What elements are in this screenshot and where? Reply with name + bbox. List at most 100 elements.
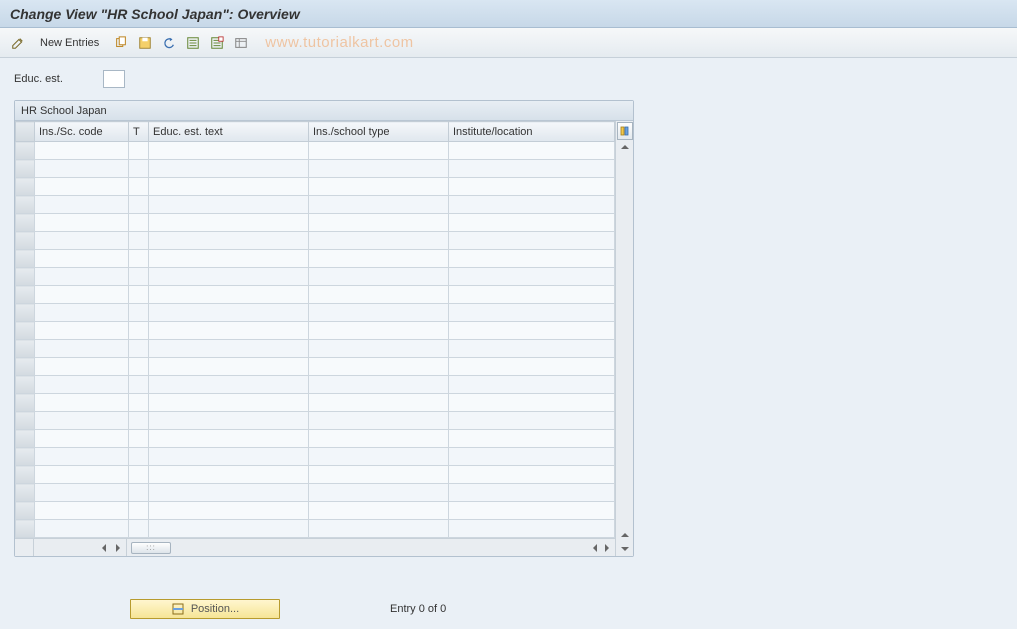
- next-col-icon[interactable]: [589, 542, 601, 554]
- cell[interactable]: [449, 214, 615, 232]
- row-selector[interactable]: [16, 394, 35, 412]
- cell[interactable]: [309, 160, 449, 178]
- cell[interactable]: [149, 232, 309, 250]
- row-selector[interactable]: [16, 322, 35, 340]
- cell[interactable]: [309, 340, 449, 358]
- cell[interactable]: [149, 430, 309, 448]
- col-ins-sc-code[interactable]: Ins./Sc. code: [35, 122, 129, 142]
- cell[interactable]: [149, 376, 309, 394]
- cell[interactable]: [449, 232, 615, 250]
- cell[interactable]: [149, 286, 309, 304]
- cell[interactable]: [35, 394, 129, 412]
- new-entries-button[interactable]: New Entries: [32, 32, 107, 54]
- row-selector[interactable]: [16, 178, 35, 196]
- cell[interactable]: [449, 268, 615, 286]
- row-selector[interactable]: [16, 466, 35, 484]
- cell[interactable]: [149, 250, 309, 268]
- cell[interactable]: [35, 178, 129, 196]
- cell[interactable]: [449, 394, 615, 412]
- row-selector[interactable]: [16, 286, 35, 304]
- scroll-down-near-icon[interactable]: [618, 528, 632, 542]
- cell[interactable]: [149, 304, 309, 322]
- cell[interactable]: [309, 466, 449, 484]
- cell[interactable]: [149, 214, 309, 232]
- cell[interactable]: [129, 196, 149, 214]
- cell[interactable]: [149, 358, 309, 376]
- scroll-up-icon[interactable]: [618, 140, 632, 154]
- cell[interactable]: [129, 394, 149, 412]
- cell[interactable]: [309, 322, 449, 340]
- cell[interactable]: [35, 160, 129, 178]
- table-row[interactable]: [16, 268, 615, 286]
- cell[interactable]: [35, 142, 129, 160]
- cell[interactable]: [35, 250, 129, 268]
- col-ins-school-type[interactable]: Ins./school type: [309, 122, 449, 142]
- row-selector[interactable]: [16, 376, 35, 394]
- cell[interactable]: [35, 196, 129, 214]
- cell[interactable]: [309, 412, 449, 430]
- row-selector[interactable]: [16, 214, 35, 232]
- table-row[interactable]: [16, 484, 615, 502]
- cell[interactable]: [129, 484, 149, 502]
- cell[interactable]: [309, 250, 449, 268]
- cell[interactable]: [35, 232, 129, 250]
- cell[interactable]: [309, 358, 449, 376]
- cell[interactable]: [129, 232, 149, 250]
- h-scroll-thumb[interactable]: :::: [131, 542, 171, 554]
- table-settings-icon[interactable]: [231, 33, 251, 53]
- cell[interactable]: [449, 466, 615, 484]
- table-row[interactable]: [16, 448, 615, 466]
- cell[interactable]: [35, 502, 129, 520]
- cell[interactable]: [129, 520, 149, 538]
- cell[interactable]: [309, 376, 449, 394]
- cell[interactable]: [449, 412, 615, 430]
- table-row[interactable]: [16, 430, 615, 448]
- table-row[interactable]: [16, 214, 615, 232]
- cell[interactable]: [449, 196, 615, 214]
- cell[interactable]: [129, 268, 149, 286]
- cell[interactable]: [449, 160, 615, 178]
- table-row[interactable]: [16, 376, 615, 394]
- cell[interactable]: [129, 178, 149, 196]
- row-selector[interactable]: [16, 196, 35, 214]
- row-selector[interactable]: [16, 358, 35, 376]
- table-row[interactable]: [16, 466, 615, 484]
- prev-col-icon[interactable]: [112, 542, 124, 554]
- row-selector[interactable]: [16, 142, 35, 160]
- cell[interactable]: [149, 160, 309, 178]
- row-selector[interactable]: [16, 412, 35, 430]
- cell[interactable]: [309, 430, 449, 448]
- cell[interactable]: [35, 340, 129, 358]
- table-row[interactable]: [16, 196, 615, 214]
- cell[interactable]: [309, 268, 449, 286]
- cell[interactable]: [309, 286, 449, 304]
- row-selector[interactable]: [16, 304, 35, 322]
- cell[interactable]: [35, 304, 129, 322]
- cell[interactable]: [449, 376, 615, 394]
- cell[interactable]: [309, 484, 449, 502]
- cell[interactable]: [149, 502, 309, 520]
- table-row[interactable]: [16, 520, 615, 538]
- scroll-down-icon[interactable]: [618, 542, 632, 556]
- first-col-icon[interactable]: [98, 542, 110, 554]
- cell[interactable]: [449, 286, 615, 304]
- cell[interactable]: [129, 340, 149, 358]
- row-selector[interactable]: [16, 448, 35, 466]
- cell[interactable]: [449, 358, 615, 376]
- cell[interactable]: [149, 412, 309, 430]
- deselect-all-icon[interactable]: [207, 33, 227, 53]
- cell[interactable]: [129, 448, 149, 466]
- undo-icon[interactable]: [159, 33, 179, 53]
- save-variant-icon[interactable]: [135, 33, 155, 53]
- cell[interactable]: [149, 268, 309, 286]
- table-row[interactable]: [16, 250, 615, 268]
- cell[interactable]: [449, 520, 615, 538]
- cell[interactable]: [129, 376, 149, 394]
- cell[interactable]: [35, 520, 129, 538]
- educ-est-input[interactable]: [103, 70, 125, 88]
- table-row[interactable]: [16, 232, 615, 250]
- cell[interactable]: [129, 160, 149, 178]
- toggle-pencil-icon[interactable]: [8, 33, 28, 53]
- cell[interactable]: [309, 196, 449, 214]
- cell[interactable]: [129, 502, 149, 520]
